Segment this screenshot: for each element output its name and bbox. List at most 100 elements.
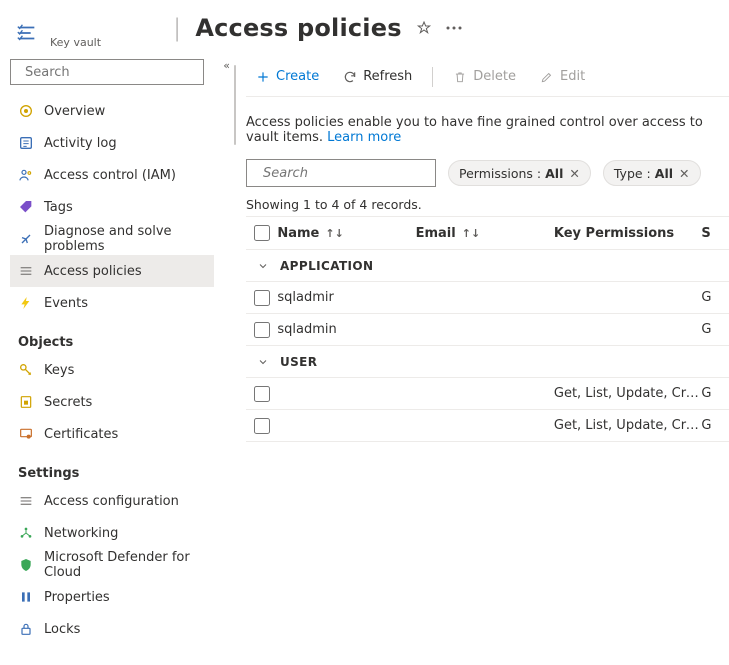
sidebar-item-label: Properties [44, 590, 110, 605]
cell-name: sqladmir [277, 290, 415, 305]
select-all-checkbox[interactable] [254, 225, 270, 241]
activity-icon [18, 135, 34, 151]
cell-secret-permissions: G [701, 290, 729, 305]
iam-icon [18, 167, 34, 183]
sidebar-group-objects: Objects [10, 319, 214, 354]
resource-type-label: Key vault [50, 14, 101, 49]
learn-more-link[interactable]: Learn more [327, 130, 401, 145]
sidebar-item-label: Overview [44, 104, 105, 119]
row-checkbox[interactable] [254, 322, 270, 338]
sidebar-item-locks[interactable]: Locks [10, 613, 214, 645]
policies-search-input[interactable] [261, 165, 433, 182]
col-header-key-permissions[interactable]: Key Permissions [554, 226, 701, 241]
table-group-application[interactable]: APPLICATION [246, 250, 729, 282]
table-header: Name↑↓ Email↑↓ Key Permissions S [246, 216, 729, 250]
cell-secret-permissions: G [701, 418, 729, 433]
more-actions-icon[interactable] [446, 26, 462, 30]
clear-filter-icon[interactable]: ✕ [679, 166, 689, 181]
title-separator: | [173, 14, 181, 42]
cell-key-permissions: Get, List, Update, Create, ... [554, 386, 701, 401]
sidebar-item-label: Secrets [44, 395, 92, 410]
sidebar-item-access-control-iam-[interactable]: Access control (IAM) [10, 159, 214, 191]
sidebar-item-keys[interactable]: Keys [10, 354, 214, 386]
page-title: Access policies [195, 14, 401, 42]
trash-icon [453, 70, 467, 84]
sidebar-item-label: Access policies [44, 264, 142, 279]
sidebar-group-settings: Settings [10, 450, 214, 485]
sidebar-item-certificates[interactable]: Certificates [10, 418, 214, 450]
col-header-secret-permissions[interactable]: S [701, 226, 729, 241]
tags-icon [18, 199, 34, 215]
sidebar-item-microsoft-defender-for-cloud[interactable]: Microsoft Defender for Cloud [10, 549, 214, 581]
sidebar-item-label: Activity log [44, 136, 117, 151]
create-button[interactable]: Create [246, 61, 329, 93]
sidebar-item-access-policies[interactable]: Access policies [10, 255, 214, 287]
certs-icon [18, 426, 34, 442]
refresh-button[interactable]: Refresh [333, 61, 422, 93]
toolbar-separator [432, 67, 433, 87]
sidebar-item-label: Diagnose and solve problems [44, 224, 206, 254]
description-text: Access policies enable you to have fine … [246, 97, 729, 159]
sidebar-item-networking[interactable]: Networking [10, 517, 214, 549]
table-row[interactable]: sqladminG [246, 314, 729, 346]
sort-asc-icon: ↑↓ [325, 227, 343, 240]
plus-icon [256, 70, 270, 84]
sidebar-scrollbar[interactable] [234, 65, 238, 665]
pencil-icon [540, 70, 554, 84]
row-checkbox[interactable] [254, 386, 270, 402]
sort-asc-icon: ↑↓ [462, 227, 480, 240]
sidebar-item-label: Certificates [44, 427, 118, 442]
accesscfg-icon [18, 493, 34, 509]
main-content: Create Refresh Delete Edit Access polici… [220, 49, 729, 665]
table-row[interactable]: Get, List, Update, Create, ...G [246, 410, 729, 442]
sidebar-item-events[interactable]: Events [10, 287, 214, 319]
record-count: Showing 1 to 4 of 4 records. [246, 197, 729, 212]
network-icon [18, 525, 34, 541]
clear-filter-icon[interactable]: ✕ [569, 166, 579, 181]
sidebar: Overview Activity log Access control (IAM)… [0, 49, 220, 665]
collapse-sidebar-icon[interactable]: « [223, 59, 230, 72]
favorite-star-icon[interactable] [416, 20, 432, 36]
col-header-name[interactable]: Name↑↓ [277, 226, 415, 241]
sidebar-item-label: Access control (IAM) [44, 168, 176, 183]
row-checkbox[interactable] [254, 290, 270, 306]
sidebar-search-input[interactable] [23, 64, 197, 81]
events-icon [18, 295, 34, 311]
sidebar-item-overview[interactable]: Overview [10, 95, 214, 127]
diagnose-icon [18, 231, 34, 247]
row-checkbox[interactable] [254, 418, 270, 434]
sidebar-item-label: Locks [44, 622, 80, 637]
sidebar-item-label: Tags [44, 200, 73, 215]
col-header-email[interactable]: Email↑↓ [416, 226, 554, 241]
table-row[interactable]: Get, List, Update, Create, ...G [246, 378, 729, 410]
delete-button: Delete [443, 61, 526, 93]
sidebar-item-tags[interactable]: Tags [10, 191, 214, 223]
secrets-icon [18, 394, 34, 410]
chevron-down-icon [246, 260, 280, 272]
keys-icon [18, 362, 34, 378]
props-icon [18, 589, 34, 605]
sidebar-search[interactable] [10, 59, 204, 85]
cell-secret-permissions: G [701, 386, 729, 401]
filter-type-pill[interactable]: Type : All ✕ [603, 160, 701, 186]
sidebar-item-activity-log[interactable]: Activity log [10, 127, 214, 159]
defender-icon [18, 557, 34, 573]
refresh-icon [343, 70, 357, 84]
table-row[interactable]: sqladmir G [246, 282, 729, 314]
cell-key-permissions: Get, List, Update, Create, ... [554, 418, 701, 433]
sidebar-item-secrets[interactable]: Secrets [10, 386, 214, 418]
sidebar-item-properties[interactable]: Properties [10, 581, 214, 613]
table-group-user[interactable]: USER [246, 346, 729, 378]
sidebar-item-diagnose-and-solve-problems[interactable]: Diagnose and solve problems [10, 223, 214, 255]
sidebar-item-label: Keys [44, 363, 74, 378]
overview-icon [18, 103, 34, 119]
keyvault-logo-icon [12, 18, 42, 48]
chevron-down-icon [246, 356, 280, 368]
sidebar-item-access-configuration[interactable]: Access configuration [10, 485, 214, 517]
cell-secret-permissions: G [701, 322, 729, 337]
policies-search[interactable] [246, 159, 436, 187]
command-bar: Create Refresh Delete Edit [246, 57, 729, 97]
sidebar-item-label: Networking [44, 526, 118, 541]
edit-button: Edit [530, 61, 595, 93]
filter-permissions-pill[interactable]: Permissions : All ✕ [448, 160, 591, 186]
